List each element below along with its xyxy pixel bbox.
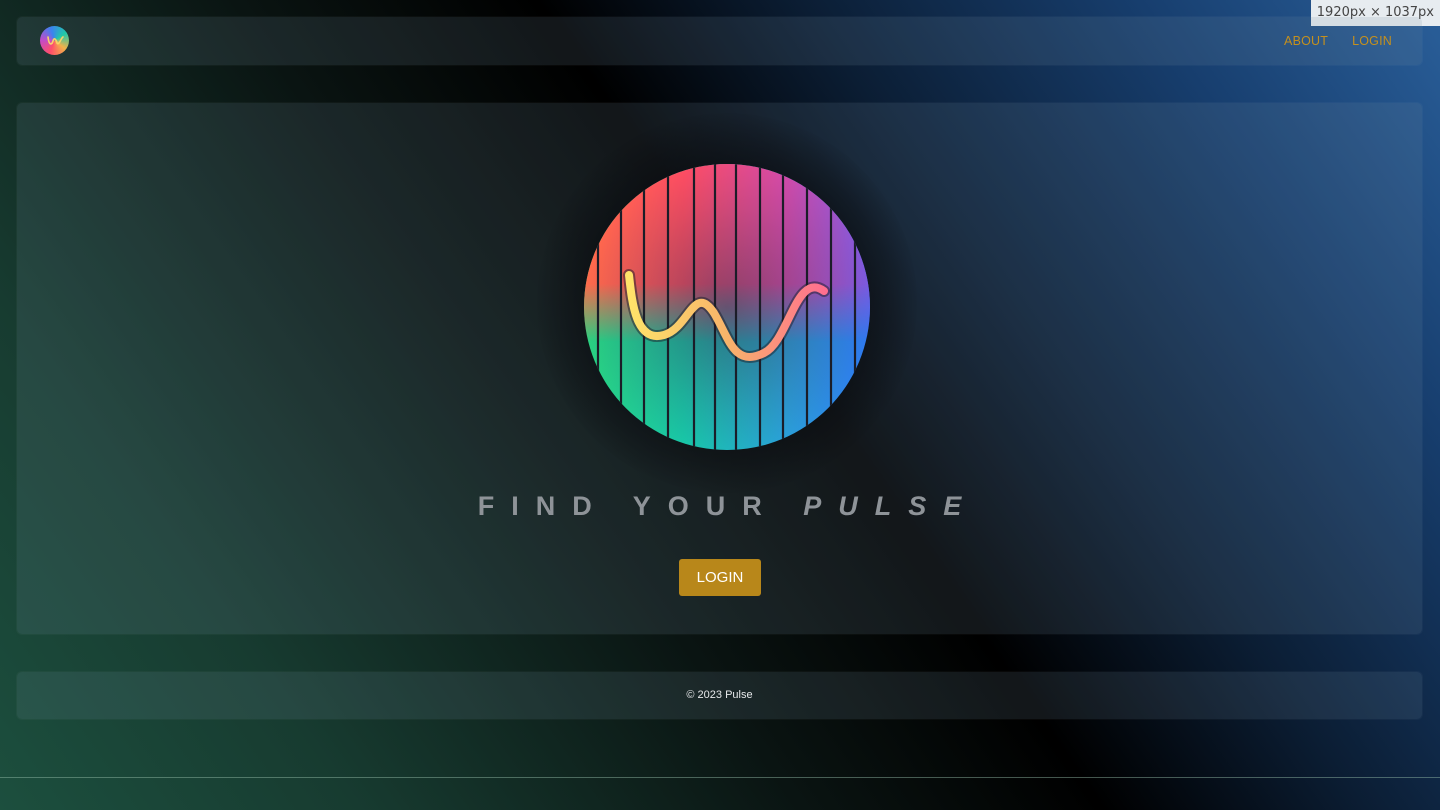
hero-login-button[interactable]: LOGIN (679, 559, 761, 596)
nav-about-link[interactable]: ABOUT (1284, 34, 1328, 48)
tagline-main: FIND YOUR (477, 491, 804, 521)
tagline-accent: PULSE (803, 491, 979, 521)
pulse-wave-logo-icon (584, 164, 870, 450)
hero-section: FIND YOUR PULSE LOGIN (17, 103, 1422, 634)
hero-tagline: FIND YOUR PULSE (17, 491, 1422, 522)
page-divider (0, 777, 1440, 778)
navbar: ABOUT LOGIN (17, 17, 1422, 65)
nav-links: ABOUT LOGIN (1284, 17, 1392, 65)
pulse-wave-logo-icon[interactable] (40, 26, 69, 55)
footer: © 2023 Pulse (17, 672, 1422, 719)
nav-login-link[interactable]: LOGIN (1352, 34, 1392, 48)
footer-copyright: © 2023 Pulse (686, 689, 753, 701)
